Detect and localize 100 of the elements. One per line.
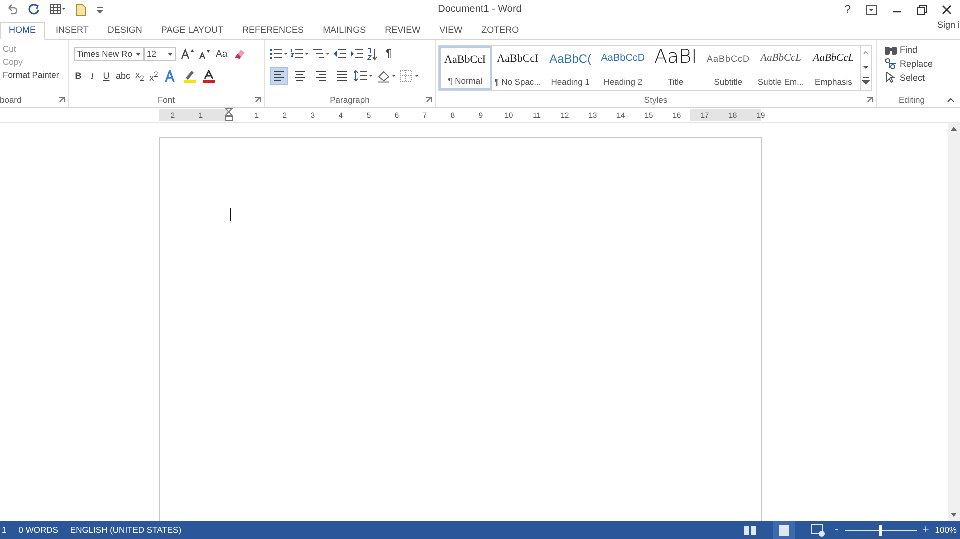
style-preview: AaBbCcL (813, 52, 854, 66)
style-name: Subtle Em... (758, 77, 804, 87)
zoom-level[interactable]: 100% (935, 525, 960, 535)
binoculars-icon (885, 44, 897, 55)
multilevel-list-icon[interactable] (312, 48, 330, 60)
customize-icon[interactable] (96, 6, 104, 14)
dialog-launcher-icon[interactable] (255, 97, 261, 103)
numbering-icon[interactable] (291, 48, 309, 60)
style-option[interactable]: AaBbC( Heading 1 (544, 46, 597, 90)
style-preview: AaBbCcD (601, 52, 646, 66)
change-case-button[interactable]: Aa (216, 48, 228, 60)
word-count[interactable]: 0 WORDS (18, 525, 58, 535)
restore-icon[interactable] (917, 4, 927, 14)
style-option[interactable]: AaBbCcD Heading 2 (596, 46, 650, 90)
style-name: Heading 1 (551, 77, 590, 87)
scroll-up-icon[interactable] (950, 125, 958, 133)
redo-icon[interactable] (28, 4, 40, 16)
bullets-icon[interactable] (270, 48, 288, 60)
clipboard-button[interactable]: Format Painter (0, 70, 68, 80)
window-title: Document1 - Word (438, 4, 522, 15)
group-label: Editing (899, 95, 925, 105)
group-label: Paragraph (330, 95, 370, 105)
style-preview: AaBbC( (550, 51, 592, 67)
caret-icon[interactable] (136, 52, 141, 56)
group-label: Font (158, 95, 175, 105)
font-name-field[interactable]: Times New Ro (74, 47, 144, 61)
caret-icon[interactable] (168, 52, 173, 56)
grow-font-icon[interactable] (181, 48, 194, 60)
style-option[interactable]: AaBbCcD Subtitle (702, 46, 755, 90)
format-button[interactable]: I (88, 71, 97, 81)
format-button[interactable]: x$_{2}$ (136, 70, 145, 82)
highlighter-icon[interactable] (182, 70, 197, 82)
font-color-icon[interactable] (202, 70, 216, 82)
undo-icon[interactable] (6, 4, 18, 16)
style-name: Heading 2 (604, 77, 643, 87)
group-label: board (0, 95, 22, 105)
pointer-icon (885, 72, 897, 83)
style-preview: AaBbCcI (497, 52, 539, 67)
sort-icon[interactable] (367, 48, 379, 60)
line-spacing-icon[interactable] (354, 70, 374, 82)
select-button[interactable]: Select (885, 72, 947, 83)
style-option[interactable]: AaBbCcL Subtle Em... (754, 46, 808, 90)
new-document-icon[interactable] (76, 4, 86, 16)
style-preview: AaBI (654, 48, 698, 66)
ribbon-tab[interactable]: ZOTERO (474, 21, 528, 39)
scroll-down-icon[interactable] (950, 511, 958, 519)
increase-indent-icon[interactable] (350, 48, 364, 60)
replace-icon (885, 58, 897, 69)
zoom-in-button[interactable]: + (922, 524, 930, 536)
find-button[interactable]: Find (885, 44, 947, 55)
clear-formatting-icon[interactable] (232, 48, 246, 60)
format-button[interactable]: x$^{2}$ (150, 70, 159, 82)
style-option[interactable]: AaBbCcL Emphasis (807, 46, 860, 90)
borders-icon[interactable] (400, 70, 420, 82)
format-button[interactable]: U (102, 71, 111, 81)
language-indicator[interactable]: ENGLISH (UNITED STATES) (70, 525, 182, 535)
replace-button[interactable]: Replace (885, 58, 947, 69)
ribbon-tab[interactable]: REVIEW (377, 21, 429, 39)
help-button[interactable]: ? (844, 4, 851, 16)
ribbon-tab[interactable]: DESIGN (100, 21, 150, 39)
style-preview: AaBbCcI (444, 53, 486, 68)
ribbon-tab[interactable]: REFERENCES (234, 21, 312, 39)
style-option[interactable]: AaBI Title (650, 46, 702, 90)
shading-icon[interactable] (377, 70, 397, 82)
format-button[interactable]: abc (116, 71, 131, 81)
style-name: Emphasis (815, 77, 852, 87)
text-cursor (230, 208, 231, 221)
style-option[interactable]: AaBbCcI ¶ No Spac... (492, 46, 544, 90)
font-size-field[interactable]: 12 (144, 47, 176, 61)
format-button[interactable]: B (74, 71, 83, 81)
style-option[interactable]: AaBbCcI ¶ Normal (439, 46, 492, 90)
ribbon-tab[interactable]: PAGE LAYOUT (153, 21, 232, 39)
style-name: ¶ No Spac... (494, 77, 542, 87)
ribbon-tab[interactable]: HOME (0, 22, 45, 40)
shrink-font-icon[interactable] (199, 48, 211, 60)
ribbon-tab[interactable]: MAILINGS (315, 21, 374, 39)
ribbon-tab[interactable]: VIEW (432, 21, 471, 39)
decrease-indent-icon[interactable] (333, 48, 347, 60)
page-indicator[interactable]: 1 (2, 525, 7, 535)
zoom-slider-thumb[interactable] (879, 524, 882, 536)
left-align-icon[interactable] (270, 67, 288, 85)
print-view-icon[interactable] (773, 521, 796, 539)
ribbon-tab[interactable]: INSERT (48, 21, 97, 39)
style-name: Subtitle (714, 77, 743, 87)
collapse-ribbon-icon[interactable] (947, 98, 955, 103)
group-label: Styles (644, 95, 668, 105)
style-preview: AaBbCcD (706, 53, 750, 66)
sign-in-link[interactable]: Sign i (937, 19, 960, 30)
show-formatting-button[interactable]: ¶ (386, 48, 392, 60)
close-icon[interactable] (942, 4, 952, 14)
table-icon[interactable] (50, 4, 66, 15)
style-name: Title (668, 77, 684, 87)
zoom-out-button[interactable]: - (835, 524, 839, 536)
indent-marker-icon[interactable] (225, 108, 233, 122)
vertical-scrollbar[interactable] (948, 123, 960, 521)
dialog-launcher-icon[interactable] (867, 97, 873, 103)
ribbon-display-icon[interactable] (866, 4, 877, 14)
style-preview: AaBbCcL (760, 52, 802, 66)
dialog-launcher-icon[interactable] (59, 97, 65, 103)
dialog-launcher-icon[interactable] (426, 97, 432, 103)
